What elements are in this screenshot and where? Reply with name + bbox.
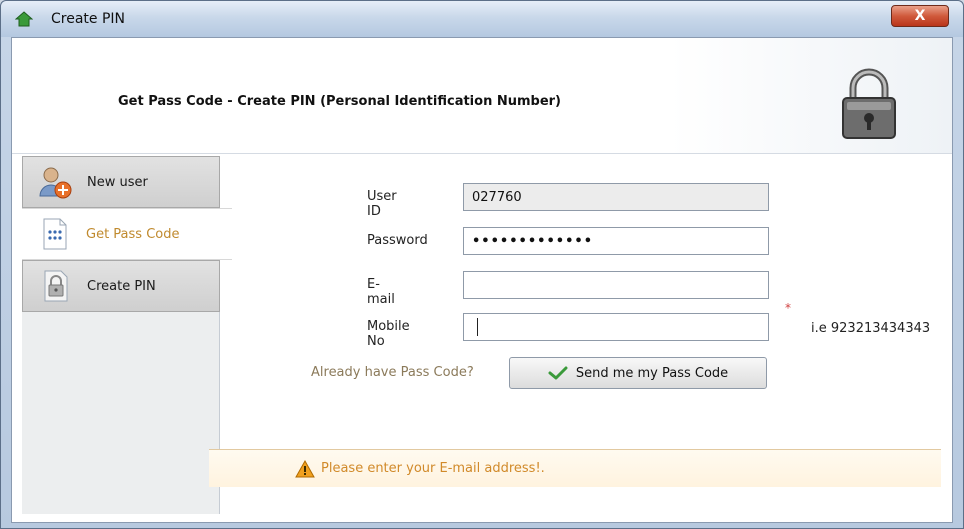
- password-field[interactable]: [463, 227, 769, 255]
- window-title: Create PIN: [51, 11, 126, 27]
- dialog-header: Get Pass Code - Create PIN (Personal Ide…: [12, 38, 952, 154]
- pass-code-icon: [43, 218, 67, 250]
- sidebar-item-new-user[interactable]: New user: [22, 156, 220, 208]
- check-icon: [548, 366, 568, 380]
- password-label: Password: [367, 233, 428, 248]
- close-button[interactable]: X: [891, 5, 949, 27]
- sidebar-item-get-pass-code[interactable]: Get Pass Code: [22, 208, 232, 260]
- send-button-label: Send me my Pass Code: [575, 365, 729, 381]
- title-bar[interactable]: Create PIN X: [1, 1, 963, 37]
- page-title: Get Pass Code - Create PIN (Personal Ide…: [118, 94, 562, 109]
- status-bar: Please enter your E-mail address!.: [209, 449, 941, 487]
- create-pin-window: Create PIN X Get Pass Code - Create PIN …: [0, 0, 964, 529]
- sidebar-item-label: Create PIN: [87, 278, 156, 294]
- mobile-field[interactable]: [463, 313, 769, 341]
- app-icon: [15, 11, 33, 27]
- new-user-icon: [39, 167, 72, 199]
- sidebar-item-create-pin[interactable]: Create PIN: [22, 260, 220, 312]
- sidebar-nav: New user Get Pass Code Create PIN: [22, 156, 232, 514]
- status-message: Please enter your E-mail address!.: [321, 461, 545, 476]
- already-have-pass-code-text: Already have Pass Code?: [311, 365, 474, 380]
- user-id-field[interactable]: [463, 183, 769, 211]
- send-pass-code-button[interactable]: Send me my Pass Code: [509, 357, 767, 389]
- warning-icon: [295, 460, 315, 478]
- sidebar-item-label: Get Pass Code: [86, 226, 180, 242]
- create-pin-icon: [44, 270, 68, 302]
- email-field[interactable]: [463, 271, 769, 299]
- lock-icon: [842, 68, 896, 139]
- text-caret: [477, 318, 478, 336]
- mobile-label: Mobile No: [367, 319, 410, 349]
- mobile-hint: i.e 923213434343: [811, 321, 931, 336]
- required-marker: *: [785, 301, 791, 315]
- user-id-label: User ID: [367, 189, 397, 219]
- sidebar-item-label: New user: [87, 174, 148, 190]
- email-label: E-mail: [367, 277, 395, 307]
